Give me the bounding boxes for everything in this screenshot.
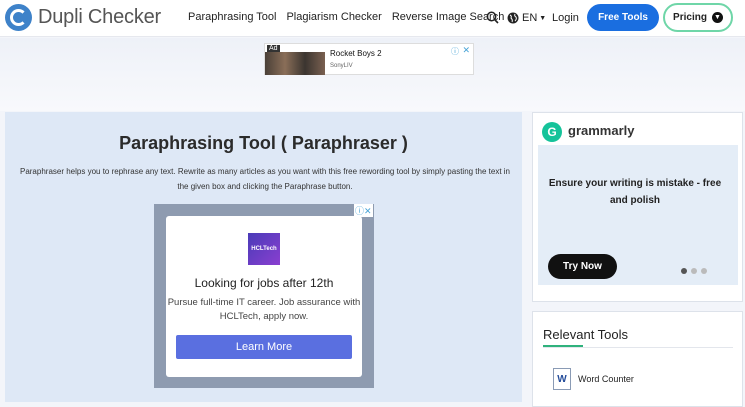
divider bbox=[543, 347, 733, 348]
try-now-button[interactable]: Try Now bbox=[548, 254, 617, 279]
logo-mark-icon bbox=[5, 4, 32, 31]
carousel-dot[interactable] bbox=[691, 268, 697, 274]
language-code: EN bbox=[522, 12, 538, 24]
grammarly-headline: Ensure your writing is mistake - free an… bbox=[548, 178, 722, 206]
chevron-down-icon: ▼ bbox=[711, 12, 723, 23]
word-doc-icon[interactable]: W bbox=[553, 368, 571, 390]
carousel-dot[interactable] bbox=[681, 268, 687, 274]
grammarly-logo-icon: G bbox=[542, 122, 562, 142]
pricing-label: Pricing bbox=[673, 12, 707, 23]
dupli-checker-logo[interactable]: Dupli Checker bbox=[5, 4, 161, 31]
ad-thumbnail bbox=[265, 52, 325, 75]
adchoices-icon[interactable]: ⓘ bbox=[451, 46, 459, 57]
free-tools-button[interactable]: Free Tools bbox=[587, 4, 659, 31]
language-selector[interactable]: EN ▼ bbox=[522, 12, 546, 24]
hcltech-logo: HCLTech bbox=[248, 233, 280, 265]
ad-headline: Looking for jobs after 12th bbox=[194, 276, 334, 290]
page-title: Paraphrasing Tool ( Paraphraser ) bbox=[119, 133, 408, 153]
relevant-tools-box bbox=[532, 311, 743, 407]
learn-more-button[interactable]: Learn More bbox=[176, 335, 352, 359]
grammarly-wordmark: grammarly bbox=[568, 123, 635, 138]
ad-close-icon[interactable]: ✕ bbox=[462, 45, 470, 56]
search-icon[interactable] bbox=[486, 11, 499, 24]
carousel-dots[interactable] bbox=[681, 268, 707, 274]
top-banner-ad[interactable]: Ad Rocket Boys 2 SonyLIV ⓘ ✕ bbox=[264, 43, 474, 75]
title-underline bbox=[543, 345, 583, 347]
brand-name: Dupli Checker bbox=[38, 6, 162, 28]
relevant-tools-title: Relevant Tools bbox=[543, 327, 629, 342]
nav-plagiarism-checker[interactable]: Plagiarism Checker bbox=[286, 11, 381, 23]
pricing-button[interactable]: Pricing ▼ bbox=[663, 3, 733, 32]
ad-title: Rocket Boys 2 bbox=[330, 49, 382, 58]
login-link[interactable]: Login bbox=[552, 12, 579, 24]
tool-link-word-counter[interactable]: Word Counter bbox=[578, 374, 634, 384]
caret-down-icon: ▼ bbox=[539, 14, 547, 22]
nav-paraphrasing-tool[interactable]: Paraphrasing Tool bbox=[188, 11, 276, 23]
ad-source: SonyLIV bbox=[330, 63, 353, 69]
ad-body-text: Pursue full-time IT career. Job assuranc… bbox=[167, 297, 361, 322]
ad-badge: Ad bbox=[267, 45, 280, 52]
carousel-dot[interactable] bbox=[701, 268, 707, 274]
page-description: Paraphraser helps you to rephrase any te… bbox=[19, 167, 510, 191]
main-nav: Paraphrasing Tool Plagiarism Checker Rev… bbox=[188, 11, 514, 23]
globe-icon[interactable] bbox=[507, 12, 519, 24]
